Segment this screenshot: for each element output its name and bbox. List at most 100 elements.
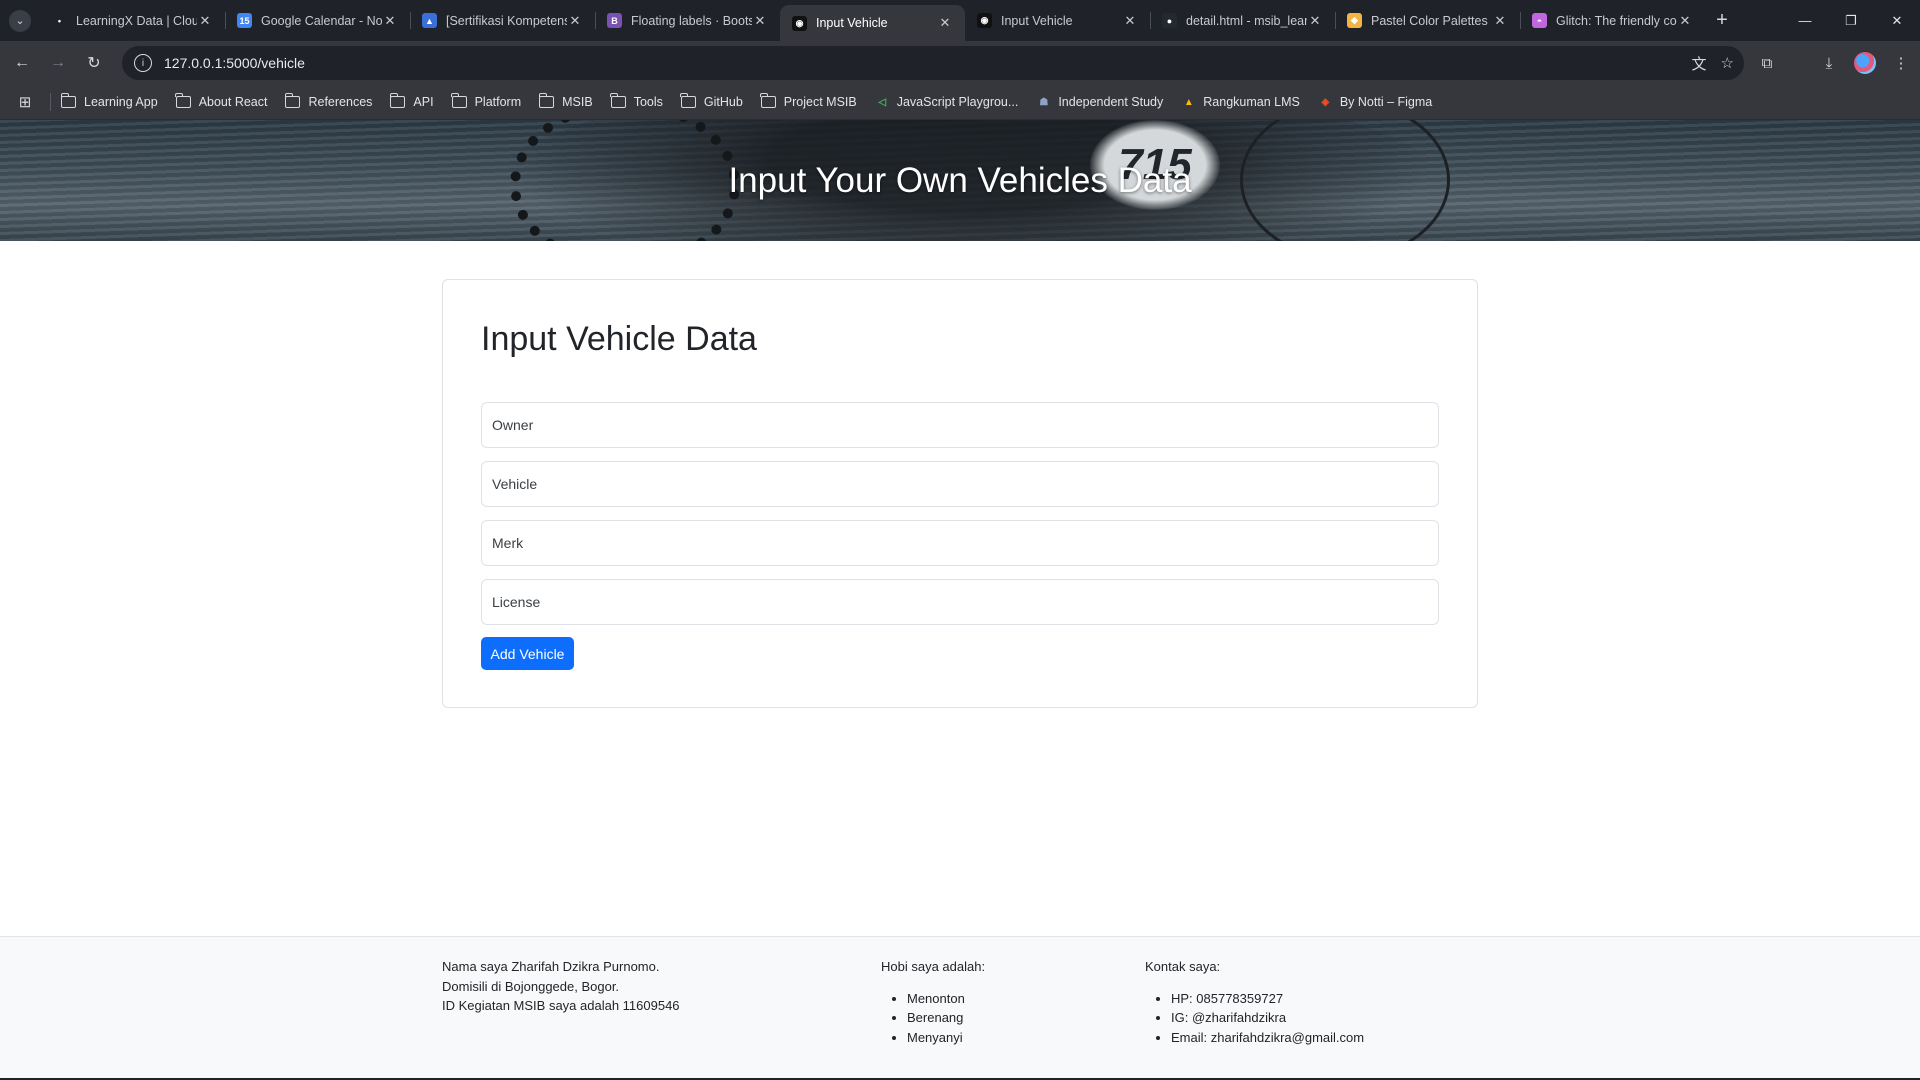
bookmark-link[interactable]: ◁ JavaScript Playgrou...: [875, 95, 1018, 110]
bookmark-label: API: [413, 95, 434, 109]
bookmark-label: References: [308, 95, 373, 109]
bookmark-label: MSIB: [562, 95, 593, 109]
tab-favicon-icon: B: [607, 13, 622, 28]
tab-close-icon[interactable]: ✕: [382, 13, 398, 29]
bookmark-link[interactable]: ☗ Independent Study: [1036, 95, 1163, 110]
tab-close-icon[interactable]: ✕: [1122, 13, 1138, 29]
avatar: [1854, 52, 1876, 74]
tab-close-icon[interactable]: ✕: [567, 13, 583, 29]
folder-icon: [284, 93, 301, 108]
address-toolbar: ← → ↻ i 127.0.0.1:5000/vehicle 文 ☆ ⧉ ⤓ ⋮: [0, 41, 1920, 85]
close-window-button[interactable]: ✕: [1874, 0, 1920, 41]
arrow-left-icon: ←: [14, 54, 30, 71]
tab-title: Input Vehicle: [1001, 13, 1073, 28]
hero-title: Input Your Own Vehicles Data: [728, 160, 1192, 200]
apps-grid-icon[interactable]: ⊞: [14, 91, 36, 113]
footer-contact: Kontak saya: HP: 085778359727 IG: @zhari…: [1145, 957, 1364, 1047]
back-button[interactable]: ←: [4, 45, 40, 81]
bookmark-label: Learning App: [84, 95, 158, 109]
minimize-button[interactable]: —: [1782, 0, 1828, 41]
bookmark-favicon-icon: ◈: [1321, 96, 1330, 108]
tab-title: Google Calendar - Notifications: [261, 13, 382, 28]
profile-button[interactable]: [1852, 50, 1878, 76]
folder-icon: [175, 93, 191, 108]
bookmark-folder[interactable]: Learning App: [60, 93, 158, 109]
new-tab-button[interactable]: +: [1705, 0, 1739, 41]
browser-tab[interactable]: ◉ Input Vehicle ✕: [780, 5, 965, 41]
bookmark-label: Tools: [633, 95, 663, 109]
tab-title: [Sertifikasi Kompetensi: [446, 13, 567, 28]
contact-phone: HP: 085778359727: [1171, 989, 1364, 1009]
restore-button[interactable]: ❐: [1828, 0, 1874, 41]
bookmark-folder[interactable]: Tools: [610, 93, 663, 109]
tab-close-icon[interactable]: ✕: [937, 15, 953, 31]
add-vehicle-button[interactable]: Add Vehicle: [481, 637, 574, 670]
contact-heading: Kontak saya:: [1145, 959, 1221, 974]
bookmark-folder[interactable]: API: [389, 93, 434, 109]
bookmark-folder[interactable]: GitHub: [680, 93, 743, 109]
tab-strip: • LearningX Data | Cloud ✕ 15 Google Calenda…: [40, 0, 1705, 41]
browser-tab[interactable]: ▲ [Sertifikasi Kompetensi ✕: [410, 0, 595, 41]
footer-about: Nama saya Zharifah Dzikra Purnomo. Domis…: [442, 957, 680, 1016]
list-item: Berenang: [907, 1008, 985, 1028]
tab-title: detail.html - msib_learning: [1186, 13, 1307, 28]
reload-button[interactable]: ↻: [76, 45, 112, 81]
tab-favicon-icon: •: [52, 13, 67, 28]
bookmark-label: Project MSIB: [783, 95, 857, 109]
tab-close-icon[interactable]: ✕: [752, 13, 768, 29]
hobbies-heading: Hobi saya adalah:: [881, 959, 986, 974]
merk-input[interactable]: [481, 520, 1439, 566]
bookmarks-divider: [50, 93, 51, 111]
tab-favicon-icon: 15: [237, 13, 252, 28]
page-footer: Nama saya Zharifah Dzikra Purnomo. Domis…: [0, 936, 1920, 1078]
license-input[interactable]: [481, 579, 1439, 625]
menu-kebab-icon[interactable]: ⋮: [1888, 50, 1914, 76]
bookmark-folder[interactable]: About React: [175, 93, 267, 109]
bookmark-label: By Notti – Figma: [1339, 95, 1433, 109]
folder-icon: [610, 93, 626, 108]
browser-tab[interactable]: 15 Google Calendar - Notifications✕: [225, 0, 410, 41]
owner-input[interactable]: [481, 402, 1439, 448]
about-msib-id-text: ID Kegiatan MSIB saya adalah 11609546: [442, 998, 680, 1013]
bookmark-label: Platform: [474, 95, 522, 109]
download-icon[interactable]: ⤓: [1816, 50, 1842, 76]
site-info-icon[interactable]: i: [134, 54, 152, 72]
bookmark-label: GitHub: [703, 95, 743, 109]
browser-tab[interactable]: ◓ Glitch: The friendly community✕: [1520, 0, 1705, 41]
browser-tab[interactable]: B Floating labels · Bootstrap✕: [595, 0, 780, 41]
about-domicile-text: Domisili di Bojonggede, Bogor.: [442, 978, 620, 994]
hero-banner: 715 Input Your Own Vehicles Data: [0, 120, 1920, 241]
folder-icon: [60, 93, 76, 108]
bookmark-folder[interactable]: MSIB: [538, 93, 593, 109]
bookmark-link[interactable]: ◈ By Notti – Figma: [1318, 95, 1432, 110]
translate-icon[interactable]: 文: [1692, 53, 1707, 74]
forward-button[interactable]: →: [40, 45, 76, 81]
extensions-icon[interactable]: ⧉: [1754, 50, 1780, 76]
bookmark-label: Rangkuman LMS: [1203, 95, 1300, 109]
form-heading: Input Vehicle Data: [481, 320, 757, 358]
tab-favicon-icon: ◓: [1532, 13, 1547, 28]
bookmark-link[interactable]: ▲ Rangkuman LMS: [1181, 95, 1300, 110]
bookmark-folder[interactable]: Platform: [451, 93, 522, 109]
contact-email: Email: zharifahdzikra@gmail.com: [1171, 1028, 1364, 1048]
bookmark-folder[interactable]: References: [284, 93, 373, 109]
browser-tab[interactable]: ◆ Pastel Color Palettes ✕: [1335, 0, 1520, 41]
browser-tab[interactable]: ◉ Input Vehicle ✕: [965, 0, 1150, 41]
contact-list: HP: 085778359727 IG: @zharifahdzikra Ema…: [1145, 989, 1364, 1048]
address-bar[interactable]: i 127.0.0.1:5000/vehicle 文 ☆: [122, 46, 1744, 80]
plus-icon: +: [1716, 9, 1728, 31]
arrow-right-icon: →: [50, 54, 66, 71]
tab-close-icon[interactable]: ✕: [1307, 13, 1323, 29]
tab-close-icon[interactable]: ✕: [1492, 13, 1508, 29]
bookmark-folder[interactable]: Project MSIB: [760, 93, 857, 109]
browser-tab[interactable]: ● detail.html - msib_learning✕: [1150, 0, 1335, 41]
browser-tab[interactable]: • LearningX Data | Cloud ✕: [40, 0, 225, 41]
tab-favicon-icon: ●: [1162, 13, 1177, 28]
bookmark-star-icon[interactable]: ☆: [1721, 54, 1734, 72]
tab-search-button[interactable]: ⌄: [0, 0, 40, 41]
tab-title: Pastel Color Palettes: [1371, 13, 1488, 28]
vehicle-input[interactable]: [481, 461, 1439, 507]
tab-close-icon[interactable]: ✕: [1677, 13, 1693, 29]
tab-close-icon[interactable]: ✕: [197, 13, 213, 29]
tab-favicon-icon: ◆: [1347, 13, 1362, 28]
